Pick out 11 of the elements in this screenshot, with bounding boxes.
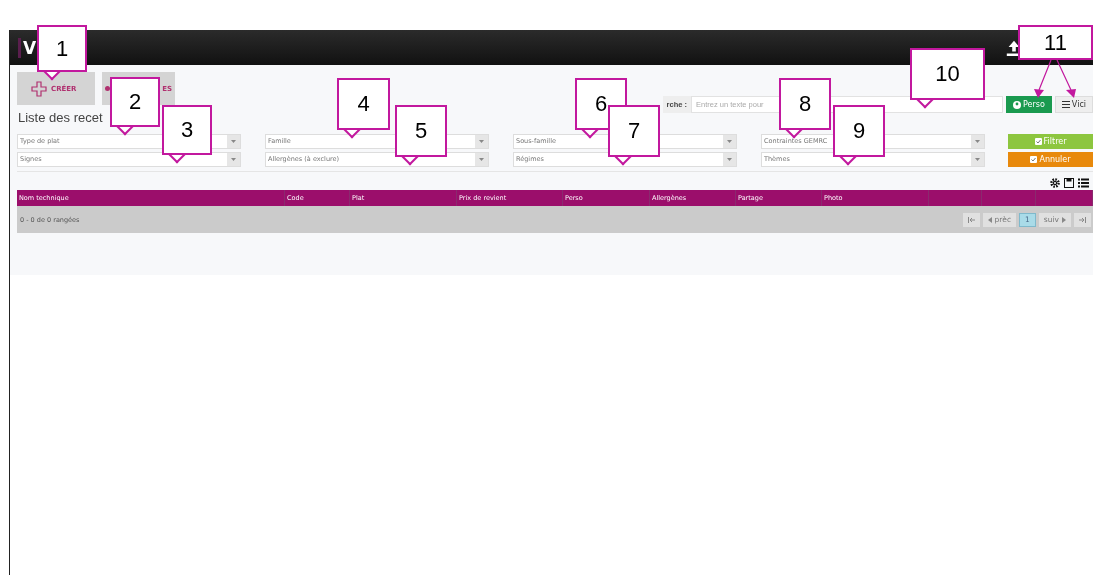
callout-tooltip: 9 xyxy=(833,105,885,165)
callout-tooltip: 4 xyxy=(337,78,390,138)
callout-tooltip: 5 xyxy=(395,105,447,165)
callout-tooltip: 1 xyxy=(37,25,87,80)
callout-tooltip: 11 xyxy=(1018,25,1093,60)
callout-tooltip: 2 xyxy=(110,77,160,135)
callout-tooltip: 7 xyxy=(608,105,660,165)
callout-tooltip: 10 xyxy=(910,48,985,108)
callout-tooltip: 3 xyxy=(162,105,212,163)
page-title: Liste des recet xyxy=(18,110,104,125)
callout-tooltip: 8 xyxy=(779,78,831,138)
